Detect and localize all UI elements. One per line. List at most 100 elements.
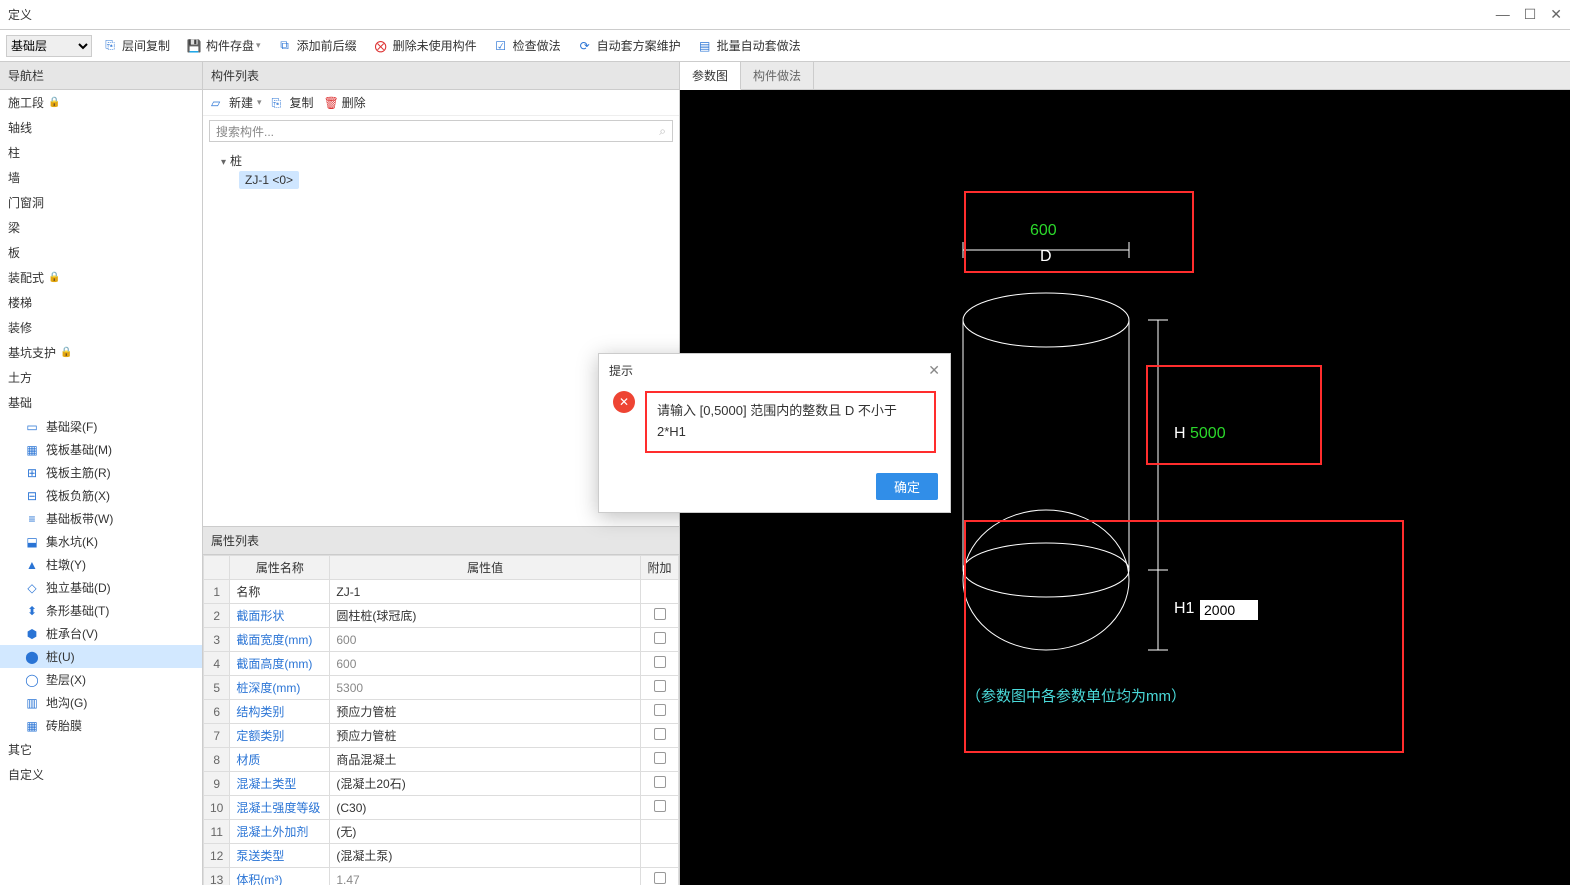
nav-sub-item[interactable]: ⊞筏板主筋(R): [0, 461, 202, 484]
checkbox[interactable]: [654, 872, 666, 884]
nav-category[interactable]: 门窗洞: [0, 190, 202, 215]
layer-copy-button[interactable]: ⎘层间复制: [96, 35, 176, 56]
property-table[interactable]: 属性名称 属性值 附加 1名称ZJ-12截面形状圆柱桩(球冠底)3截面宽度(mm…: [203, 555, 679, 885]
tab-method[interactable]: 构件做法: [741, 62, 814, 89]
tree-root[interactable]: ▾桩: [211, 150, 671, 171]
beam-icon: ▭: [24, 419, 40, 435]
property-row[interactable]: 6结构类别预应力管桩: [204, 700, 679, 724]
nav-list[interactable]: 施工段 🔒轴线柱墙门窗洞梁板装配式 🔒楼梯装修基坑支护 🔒土方基础▭基础梁(F)…: [0, 90, 202, 885]
dim-h-value: 5000: [1190, 425, 1226, 443]
nav-category[interactable]: 自定义: [0, 762, 202, 787]
nav-category[interactable]: 墙: [0, 165, 202, 190]
nav-sub-item[interactable]: ≡基础板带(W): [0, 507, 202, 530]
search-input[interactable]: 搜索构件... ⌕: [209, 120, 673, 142]
trash-icon: 🗑: [324, 96, 338, 110]
component-save-button[interactable]: 💾构件存盘▾: [180, 35, 267, 56]
auto-maintain-button[interactable]: ⟳自动套方案维护: [571, 35, 687, 56]
property-row[interactable]: 1名称ZJ-1: [204, 580, 679, 604]
checkbox[interactable]: [654, 800, 666, 812]
batch-auto-button[interactable]: ▤批量自动套做法: [691, 35, 807, 56]
nav-category[interactable]: 土方: [0, 365, 202, 390]
complist-toolbar: ▱新建▾ ⎘复制 🗑删除: [203, 90, 679, 116]
nav-sub-item[interactable]: ⬓集水坑(K): [0, 530, 202, 553]
nav-sub-item[interactable]: ▥地沟(G): [0, 691, 202, 714]
minimize-button[interactable]: —: [1496, 6, 1510, 23]
property-row[interactable]: 8材质商品混凝土: [204, 748, 679, 772]
property-row[interactable]: 7定额类别预应力管桩: [204, 724, 679, 748]
property-row[interactable]: 2截面形状圆柱桩(球冠底): [204, 604, 679, 628]
property-row[interactable]: 11混凝土外加剂(无): [204, 820, 679, 844]
copy-icon: ⎘: [102, 38, 118, 54]
nav-category[interactable]: 楼梯: [0, 290, 202, 315]
dim-h1-input[interactable]: 2000: [1200, 600, 1258, 620]
tab-param[interactable]: 参数图: [680, 62, 741, 90]
nav-category[interactable]: 装配式 🔒: [0, 265, 202, 290]
strip2-icon: ⬍: [24, 603, 40, 619]
checkbox[interactable]: [654, 608, 666, 620]
nav-category[interactable]: 装修: [0, 315, 202, 340]
new-button[interactable]: ▱新建▾: [211, 94, 262, 111]
red-annotation-h: [1146, 365, 1322, 465]
nav-sub-item[interactable]: ⊟筏板负筋(X): [0, 484, 202, 507]
add-prefix-button[interactable]: ⧉添加前后缀: [271, 35, 363, 56]
property-row[interactable]: 13体积(m³)1.47: [204, 868, 679, 885]
nav-sub-item[interactable]: ▦砖胎膜: [0, 714, 202, 737]
delete-unused-button[interactable]: ⨂删除未使用构件: [367, 35, 483, 56]
dim-d-label: D: [1040, 248, 1052, 266]
error-icon: ✕: [613, 391, 635, 413]
checkbox[interactable]: [654, 656, 666, 668]
complist-title: 构件列表: [203, 62, 679, 90]
checkbox[interactable]: [654, 728, 666, 740]
dialog-close-button[interactable]: ✕: [928, 362, 940, 379]
property-row[interactable]: 10混凝土强度等级(C30): [204, 796, 679, 820]
delete-icon: ⨂: [373, 38, 389, 54]
nav-category[interactable]: 施工段 🔒: [0, 90, 202, 115]
property-row[interactable]: 3截面宽度(mm)600: [204, 628, 679, 652]
property-row[interactable]: 4截面高度(mm)600: [204, 652, 679, 676]
copy-icon: ⎘: [272, 96, 286, 110]
lock-icon: 🔒: [48, 272, 60, 283]
message-dialog: 提示 ✕ ✕ 请输入 [0,5000] 范围内的整数且 D 不小于 2*H1 确…: [598, 353, 951, 513]
nav-sub-item[interactable]: ⬢桩承台(V): [0, 622, 202, 645]
delete-button[interactable]: 🗑删除: [324, 94, 366, 111]
maximize-button[interactable]: ☐: [1524, 6, 1537, 23]
dialog-title: 提示: [609, 362, 633, 379]
rebar-neg-icon: ⊟: [24, 488, 40, 504]
nav-category[interactable]: 轴线: [0, 115, 202, 140]
dim-h1-label: H1: [1174, 600, 1194, 618]
save-icon: 💾: [186, 38, 202, 54]
check-method-button[interactable]: ☑检查做法: [487, 35, 567, 56]
dialog-ok-button[interactable]: 确定: [876, 473, 938, 500]
search-icon: ⌕: [659, 124, 666, 139]
nav-category[interactable]: 柱: [0, 140, 202, 165]
col-val: 属性值: [330, 556, 641, 580]
close-button[interactable]: ✕: [1550, 6, 1562, 23]
checkbox[interactable]: [654, 704, 666, 716]
nav-category[interactable]: 基础: [0, 390, 202, 415]
nav-sub-item[interactable]: ◇独立基础(D): [0, 576, 202, 599]
nav-category[interactable]: 其它: [0, 737, 202, 762]
new-icon: ▱: [211, 96, 225, 110]
nav-sub-item[interactable]: ▲柱墩(Y): [0, 553, 202, 576]
nav-sub-item[interactable]: ▭基础梁(F): [0, 415, 202, 438]
nav-category[interactable]: 板: [0, 240, 202, 265]
checkbox[interactable]: [654, 632, 666, 644]
nav-sub-item[interactable]: ⬤桩(U): [0, 645, 202, 668]
tree-item[interactable]: ZJ-1 <0>: [239, 171, 299, 189]
checkbox[interactable]: [654, 752, 666, 764]
nav-category[interactable]: 梁: [0, 215, 202, 240]
property-row[interactable]: 5桩深度(mm)5300: [204, 676, 679, 700]
checkbox[interactable]: [654, 680, 666, 692]
copy-button[interactable]: ⎘复制: [272, 94, 314, 111]
property-row[interactable]: 12泵送类型(混凝土泵): [204, 844, 679, 868]
titlebar: 定义 — ☐ ✕: [0, 0, 1570, 30]
raft-icon: ▦: [24, 442, 40, 458]
property-row[interactable]: 9混凝土类型(混凝土20石): [204, 772, 679, 796]
checkbox[interactable]: [654, 776, 666, 788]
nav-sub-item[interactable]: ◯垫层(X): [0, 668, 202, 691]
nav-category[interactable]: 基坑支护 🔒: [0, 340, 202, 365]
cushion-icon: ◯: [24, 672, 40, 688]
nav-sub-item[interactable]: ⬍条形基础(T): [0, 599, 202, 622]
floor-select[interactable]: 基础层: [6, 35, 92, 57]
nav-sub-item[interactable]: ▦筏板基础(M): [0, 438, 202, 461]
